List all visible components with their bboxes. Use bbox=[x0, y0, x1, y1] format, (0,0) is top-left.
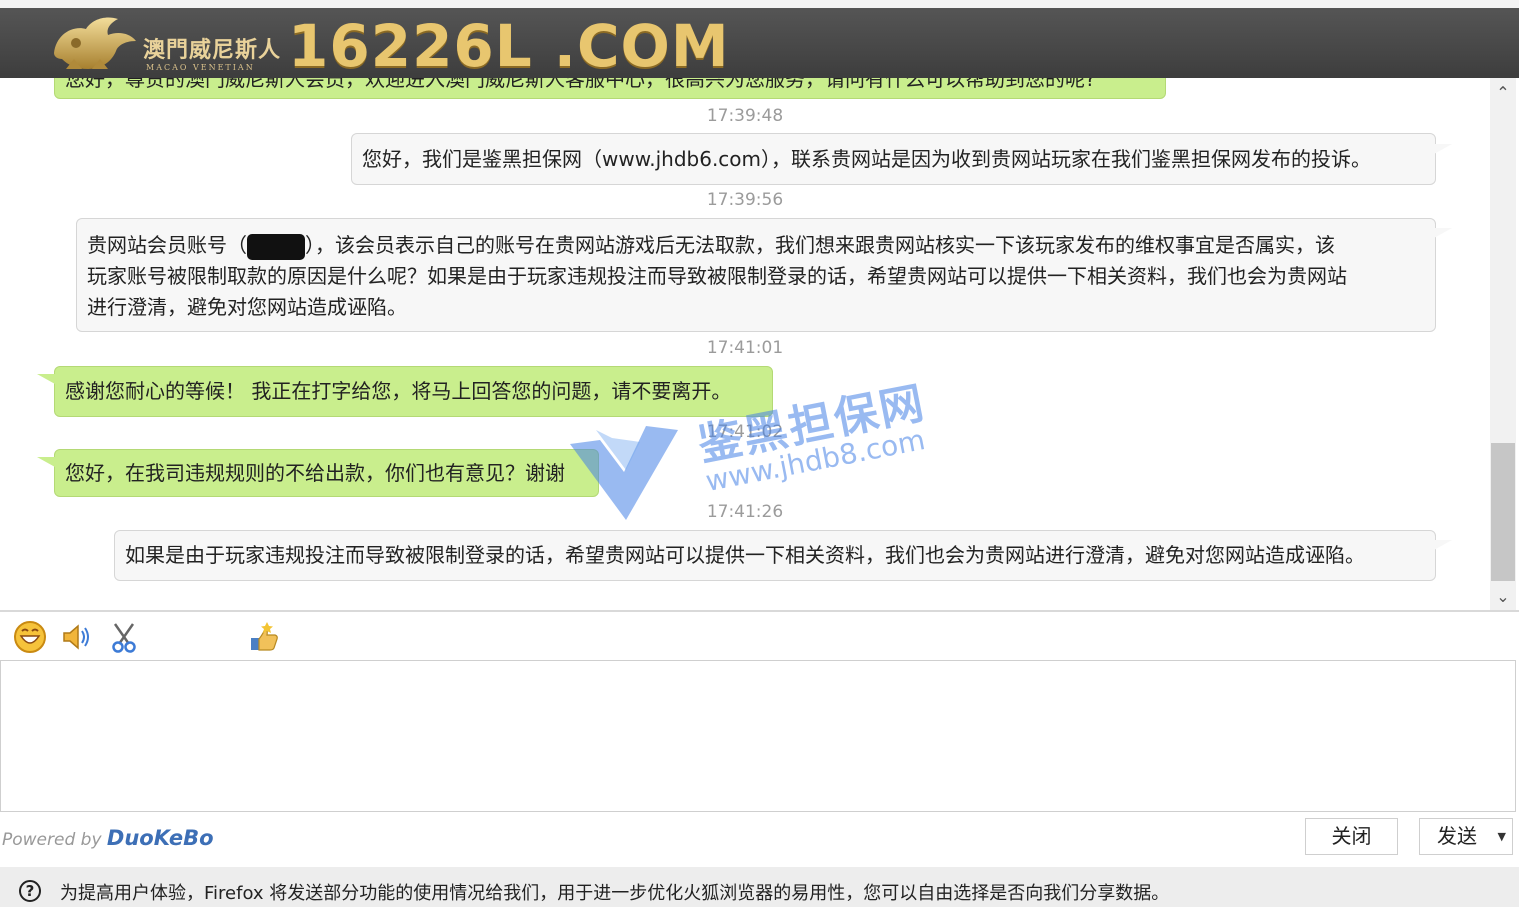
message-timestamp: 17:41:26 bbox=[706, 502, 784, 522]
message-timestamp: 17:39:48 bbox=[706, 106, 784, 126]
bubble-tail bbox=[1434, 228, 1452, 238]
message-line: 玩家账号被限制取款的原因是什么呢？如果是由于玩家违规投注而导致被限制登录的话，希… bbox=[87, 264, 1347, 288]
firefox-notification-bar: ? 为提高用户体验，Firefox 将发送部分功能的使用情况给我们，用于进一步优… bbox=[0, 867, 1519, 907]
winged-lion-logo-icon bbox=[54, 17, 136, 69]
message-line: 进行澄清，避免对您网站造成诬陷。 bbox=[87, 295, 407, 319]
scroll-up-icon[interactable]: ⌃ bbox=[1490, 82, 1516, 104]
user-message: 贵网站会员账号（ ），该会员表示自己的账号在贵网站游戏后无法取款，我们想来跟贵网站… bbox=[76, 218, 1436, 332]
message-text: 您好，在我司违规规则的不给出款，你们也有意见？谢谢 bbox=[65, 461, 565, 485]
scissors-icon[interactable] bbox=[107, 620, 141, 654]
chat-scrollbar[interactable]: ⌃ ⌄ bbox=[1490, 78, 1516, 611]
user-message: 如果是由于玩家违规投注而导致被限制登录的话，希望贵网站可以提供一下相关资料，我们… bbox=[114, 530, 1436, 581]
sound-icon[interactable] bbox=[60, 620, 94, 654]
chat-footer: Powered by DuoKeBo 关闭 发送 ▼ bbox=[0, 812, 1519, 867]
send-label: 发送 bbox=[1437, 824, 1477, 848]
agent-message: 感谢您耐心的等候！ 我正在打字给您，将马上回答您的问题，请不要离开。 bbox=[54, 366, 773, 417]
rating-icon[interactable] bbox=[247, 620, 281, 654]
user-message: 您好，我们是鉴黑担保网（www.jhdb6.com），联系贵网站是因为收到贵网站… bbox=[351, 133, 1436, 185]
agent-message: 您好，尊贵的澳门威尼斯人会员，欢迎进入澳门威尼斯人客服中心，很高兴为您服务，请问… bbox=[54, 78, 1166, 99]
bubble-tail bbox=[37, 374, 55, 384]
redacted-account bbox=[247, 233, 305, 260]
dropdown-caret-icon[interactable]: ▼ bbox=[1498, 819, 1506, 854]
bubble-tail bbox=[1434, 540, 1452, 550]
scrollbar-thumb[interactable] bbox=[1491, 443, 1515, 581]
casino-domain: 16226L .COM bbox=[288, 12, 730, 80]
agent-message: 您好，在我司违规规则的不给出款，你们也有意见？谢谢 bbox=[54, 449, 599, 497]
notification-text: 为提高用户体验，Firefox 将发送部分功能的使用情况给我们，用于进一步优化火… bbox=[60, 883, 1170, 904]
bubble-tail bbox=[37, 457, 55, 467]
message-text: 如果是由于玩家违规投注而导致被限制登录的话，希望贵网站可以提供一下相关资料，我们… bbox=[125, 543, 1365, 567]
message-timestamp: 17:39:56 bbox=[706, 190, 784, 210]
message-timestamp: 17:41:01 bbox=[706, 338, 784, 358]
emoji-icon[interactable] bbox=[13, 620, 47, 654]
question-icon: ? bbox=[19, 880, 41, 902]
message-text-suffix: ），该会员表示自己的账号在贵网站游戏后无法取款，我们想来跟贵网站核实一下该玩家发… bbox=[305, 233, 1335, 257]
powered-by[interactable]: Powered by DuoKeBo bbox=[2, 826, 214, 850]
message-line: 贵网站会员账号（ ），该会员表示自己的账号在贵网站游戏后无法取款，我们想来跟贵网站… bbox=[87, 230, 1425, 261]
chat-window: 澳門威尼斯人 MACAO VENETIAN 16226L .COM 您好，尊贵的… bbox=[0, 0, 1519, 907]
header-banner: 澳門威尼斯人 MACAO VENETIAN 16226L .COM bbox=[0, 8, 1519, 78]
bubble-tail bbox=[1434, 144, 1452, 154]
chat-toolbar bbox=[0, 612, 1519, 660]
casino-chinese-name: 澳門威尼斯人 bbox=[143, 37, 282, 63]
message-text: 感谢您耐心的等候！ 我正在打字给您，将马上回答您的问题，请不要离开。 bbox=[65, 379, 732, 403]
chat-message-list[interactable]: 您好，尊贵的澳门威尼斯人会员，欢迎进入澳门威尼斯人客服中心，很高兴为您服务，请问… bbox=[0, 78, 1490, 611]
window-top-edge bbox=[0, 0, 1519, 8]
message-input[interactable] bbox=[0, 660, 1516, 812]
scroll-down-icon[interactable]: ⌄ bbox=[1490, 586, 1516, 608]
message-text: 您好，我们是鉴黑担保网（www.jhdb6.com），联系贵网站是因为收到贵网站… bbox=[362, 147, 1372, 171]
powered-prefix: Powered by bbox=[2, 830, 107, 850]
message-timestamp: 17:41:02 bbox=[706, 422, 784, 442]
duokebo-brand[interactable]: DuoKeBo bbox=[107, 826, 214, 850]
message-text-prefix: 贵网站会员账号（ bbox=[87, 233, 247, 257]
send-button[interactable]: 发送 ▼ bbox=[1419, 818, 1513, 855]
casino-english-name: MACAO VENETIAN bbox=[146, 63, 255, 72]
close-button[interactable]: 关闭 bbox=[1305, 818, 1398, 855]
